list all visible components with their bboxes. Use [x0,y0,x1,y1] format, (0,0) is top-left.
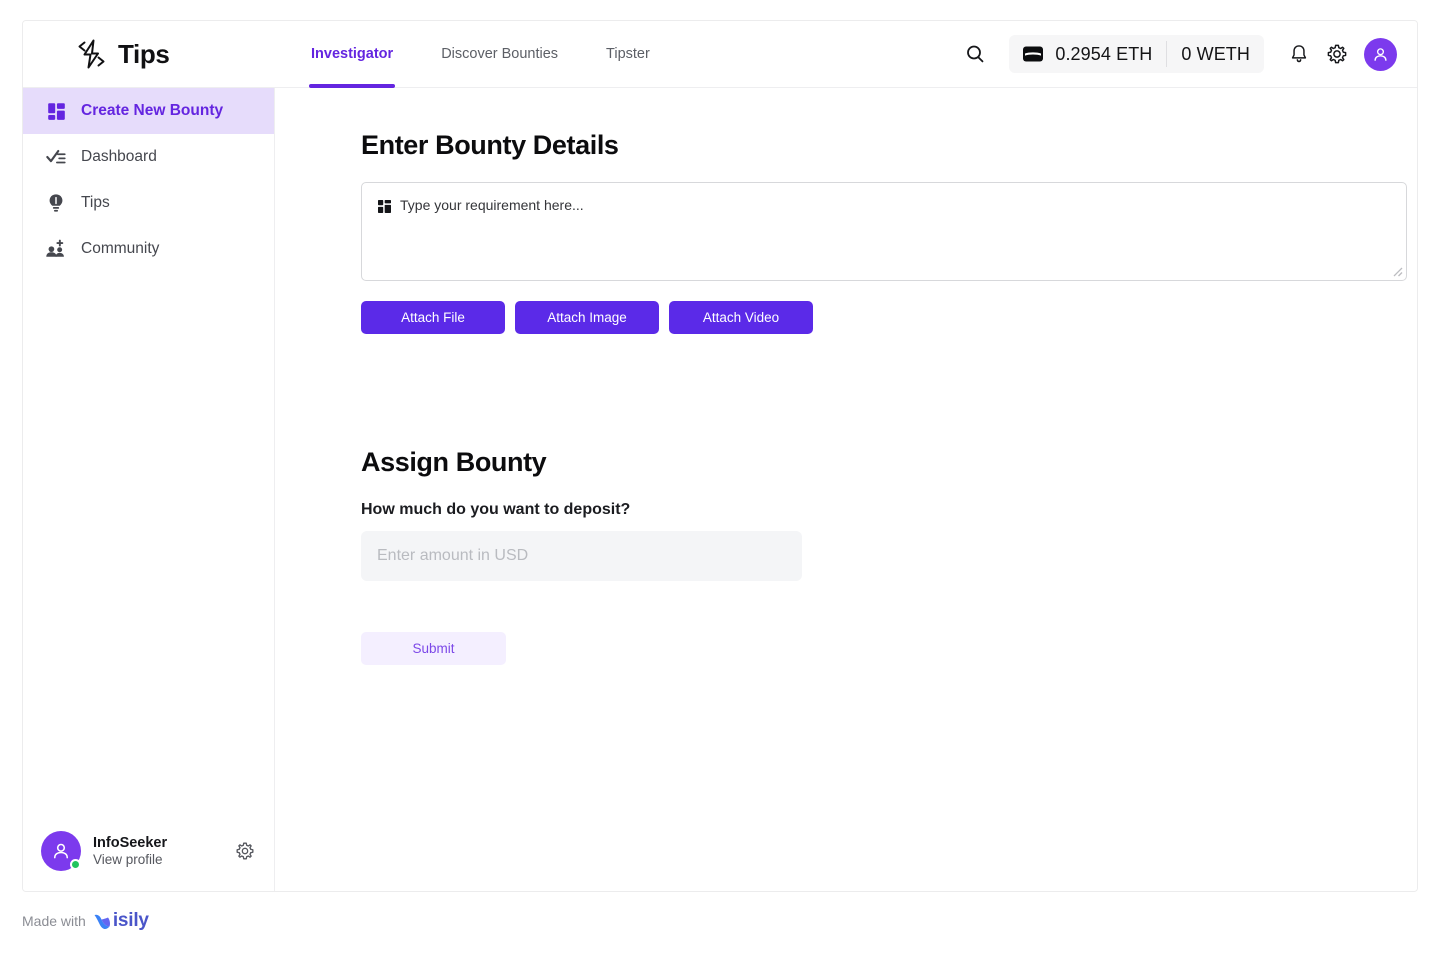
visily-logo: isily [93,910,149,932]
main-content: Enter Bounty Details Type your requireme… [276,88,1417,891]
profile-avatar[interactable] [41,831,81,871]
primary-tabs: Investigator Discover Bounties Tipster [287,21,674,88]
brand-logo[interactable]: Tips [23,37,275,71]
wallet-weth-balance: 0 WETH [1181,43,1250,64]
checklist-icon [45,146,67,168]
gear-icon [236,842,254,860]
attach-video-button[interactable]: Attach Video [669,301,813,334]
search-icon [967,45,984,63]
visily-watermark: Made with isily [22,910,149,932]
sidebar-item-label: Community [81,240,160,257]
submit-button[interactable]: Submit [361,632,506,665]
sidebar-item-create-new-bounty[interactable]: Create New Bounty [23,88,274,134]
tab-discover-bounties[interactable]: Discover Bounties [417,21,582,88]
screen-root: Tips Investigator Discover Bounties Tips… [0,0,1440,956]
deposit-question-label: How much do you want to deposit? [361,501,631,518]
group-add-icon [45,238,67,260]
requirement-textarea[interactable]: Type your requirement here... [361,182,1407,281]
sidebar-item-label: Create New Bounty [81,102,224,119]
brand-name: Tips [118,38,170,69]
sidebar-item-dashboard[interactable]: Dashboard [23,134,274,180]
wallet-eth-balance: 0.2954 ETH [1055,43,1153,64]
visily-name: isily [112,910,149,931]
lightning-bolt-icon [78,39,105,69]
watermark-prefix: Made with [22,913,86,929]
sidebar-profile: InfoSeeker View profile [23,831,275,891]
tab-investigator[interactable]: Investigator [287,21,417,88]
wallet-divider [1166,41,1168,67]
tab-discover-bounties-label: Discover Bounties [441,46,559,62]
profile-info: InfoSeeker View profile [93,835,167,867]
sidebar: Create New Bounty Dashboard Tips Communi… [23,88,275,891]
user-avatar-button[interactable] [1364,37,1397,71]
tab-investigator-label: Investigator [311,46,394,62]
sidebar-item-community[interactable]: Community [23,226,274,272]
requirement-placeholder: Type your requirement here... [400,197,584,213]
deposit-amount-input[interactable] [361,531,802,581]
wallet-icon [1023,46,1044,62]
attachment-buttons: Attach File Attach Image Attach Video [361,301,1417,334]
profile-name: InfoSeeker [93,835,168,851]
tab-tipster-label: Tipster [606,46,650,62]
settings-button[interactable] [1320,37,1354,71]
top-header: Tips Investigator Discover Bounties Tips… [23,21,1417,88]
online-status-indicator [70,859,81,870]
sidebar-nav: Create New Bounty Dashboard Tips Communi… [23,88,274,272]
view-profile-link[interactable]: View profile [93,852,167,867]
bounty-details-heading: Enter Bounty Details [361,130,619,160]
wallet-balance[interactable]: 0.2954 ETH 0 WETH [1009,35,1264,73]
search-button[interactable] [955,34,995,74]
attach-image-button[interactable]: Attach Image [515,301,659,334]
header-actions: 0.2954 ETH 0 WETH [955,34,1417,74]
resize-handle[interactable] [1390,264,1403,277]
attach-file-button[interactable]: Attach File [361,301,505,334]
lightbulb-icon [45,192,67,214]
visily-check-icon [94,914,110,929]
grid-icon [378,200,391,213]
user-avatar-icon [1374,47,1387,61]
tab-tipster[interactable]: Tipster [582,21,674,88]
profile-settings-button[interactable] [233,839,257,863]
app-window: Tips Investigator Discover Bounties Tips… [22,20,1418,892]
dashboard-grid-icon [45,100,67,122]
gear-icon [1327,44,1347,64]
bell-icon [1291,45,1307,63]
sidebar-item-label: Dashboard [81,148,157,165]
user-avatar-icon [53,843,69,859]
assign-bounty-heading: Assign Bounty [361,447,547,477]
sidebar-item-tips[interactable]: Tips [23,180,274,226]
notifications-button[interactable] [1282,37,1316,71]
sidebar-item-label: Tips [81,194,110,211]
